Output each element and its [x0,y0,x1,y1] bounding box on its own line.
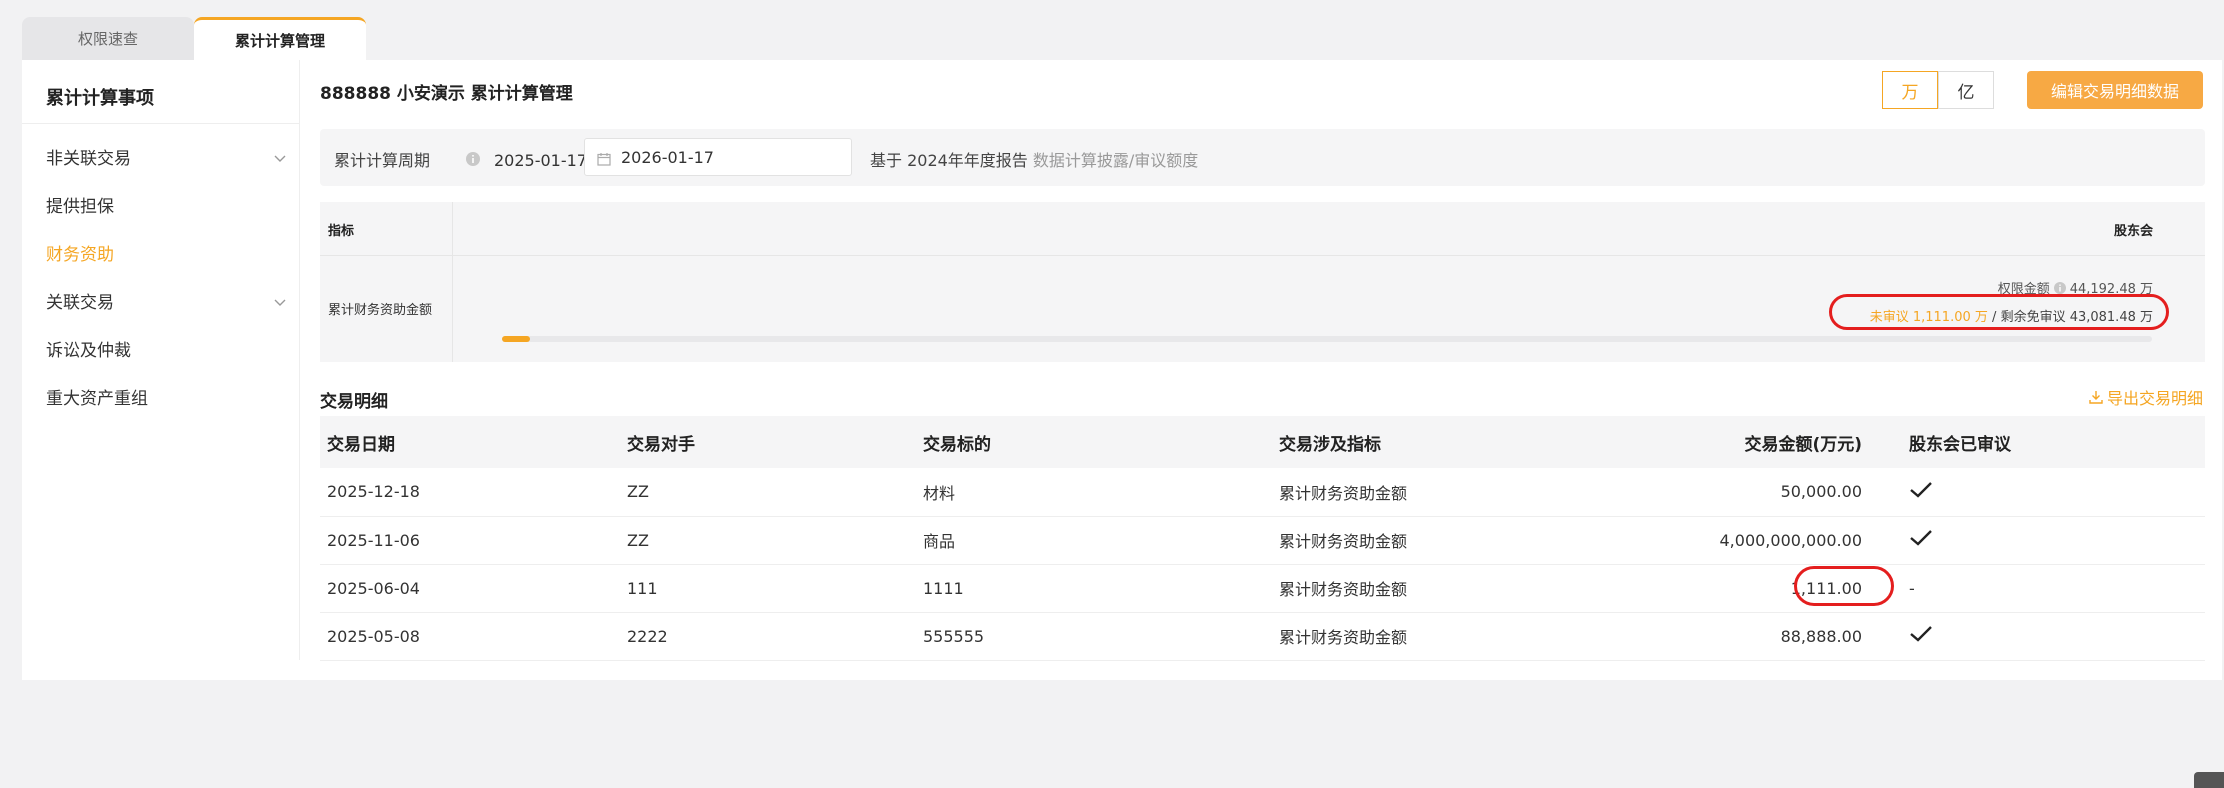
column-header-reviewed: 股东会已审议 [1902,416,2205,468]
corner-widget [2194,772,2224,788]
info-icon[interactable] [2053,281,2066,294]
sidebar-item-label: 提供担保 [46,196,114,217]
usage-progress-bar [502,336,2152,342]
sidebar-item-asset-restructuring[interactable]: 重大资产重组 [46,381,286,411]
cell-amount: 88,888.00 [1512,612,1902,661]
tab-bar: 权限速查 累计计算管理 [22,17,366,60]
period-label: 累计计算周期 [334,151,431,170]
sidebar-item-financial-aid[interactable]: 财务资助 [46,237,286,267]
cell-indicator: 累计财务资助金额 [1272,612,1512,661]
column-header-indicator: 交易涉及指标 [1272,416,1512,468]
highlight-circle [1794,566,1894,606]
row-divider [320,255,2205,256]
sidebar-item-related-transactions[interactable]: 关联交易 [46,285,286,315]
cell-subject: 材料 [916,468,1272,517]
unit-wan-button[interactable]: 万 [1882,71,1938,109]
cell-date: 2025-05-08 [320,612,620,661]
basis-prefix: 基于 2024年年度报告 [870,151,1028,170]
sidebar-item-guarantee[interactable]: 提供担保 [46,189,286,219]
cell-subject: 1111 [916,564,1272,613]
cell-amount: 4,000,000,000.00 [1512,516,1902,565]
highlight-circle [1829,294,2169,330]
period-filter-bar: 累计计算周期 2025-01-17 至 2026-01-17 基于 2024年年… [320,129,2205,186]
table-header-row: 交易日期 交易对手 交易标的 交易涉及指标 交易金额(万元) 股东会已审议 [320,416,2205,468]
end-date-value: 2026-01-17 [621,148,714,167]
unit-toggle: 万 亿 [1882,71,1994,109]
cell-party: 111 [620,564,916,613]
table-row: 2025-06-04 111 1111 累计财务资助金额 1,111.00- [320,564,2205,613]
column-header-subject: 交易标的 [916,416,1272,468]
tab-permission-lookup[interactable]: 权限速查 [22,17,194,60]
chevron-down-icon [274,149,286,162]
column-header-party: 交易对手 [620,416,916,468]
table-row: 2025-05-08 2222 555555 累计财务资助金额 88,888.00 [320,612,2205,661]
edit-transactions-button[interactable]: 编辑交易明细数据 [2027,71,2203,109]
check-icon [1902,468,2205,517]
cell-date: 2025-11-06 [320,516,620,565]
sidebar-item-label: 重大资产重组 [46,388,148,409]
usage-progress-fill [502,336,531,342]
download-icon [2089,391,2103,404]
cell-date: 2025-06-04 [320,564,620,613]
transactions-table: 交易日期 交易对手 交易标的 交易涉及指标 交易金额(万元) 股东会已审议 20… [320,416,2205,661]
cell-amount: 50,000.00 [1512,468,1902,517]
end-date-input[interactable]: 2026-01-17 [584,138,852,176]
column-header-date: 交易日期 [320,416,620,468]
cell-indicator: 累计财务资助金额 [1272,564,1512,613]
column-divider [452,202,453,362]
details-title: 交易明细 [320,392,388,412]
cell-party: 2222 [620,612,916,661]
basis-text: 基于 2024年年度报告 数据计算披露/审议额度 [870,147,1198,171]
sidebar-item-label: 财务资助 [46,244,114,265]
tab-cumulative-management[interactable]: 累计计算管理 [194,17,366,60]
unit-yi-button[interactable]: 亿 [1938,71,1994,109]
check-icon [1902,612,2205,661]
calendar-icon [597,151,611,166]
sidebar-item-litigation[interactable]: 诉讼及仲裁 [46,333,286,363]
table-row: 2025-11-06 ZZ 商品 累计财务资助金额 4,000,000,000.00 [320,516,2205,565]
cell-date: 2025-12-18 [320,468,620,517]
column-header-amount: 交易金额(万元) [1512,416,1902,468]
info-icon[interactable] [466,151,480,166]
cell-subject: 商品 [916,516,1272,565]
main-card: 累计计算事项 非关联交易 提供担保 财务资助 关联交易 诉讼及仲裁 重大资产重组 [22,60,2222,680]
cell-subject: 555555 [916,612,1272,661]
sidebar-item-label: 非关联交易 [46,148,131,169]
page-title: 888888 小安演示 累计计算管理 [320,84,573,104]
cell-indicator: 累计财务资助金额 [1272,516,1512,565]
basis-suffix: 数据计算披露/审议额度 [1032,151,1199,170]
indicator-row-label: 累计财务资助金额 [328,303,433,318]
export-details-link[interactable]: 导出交易明细 [2089,385,2203,409]
sidebar-divider [22,123,299,124]
sidebar-item-label: 诉讼及仲裁 [46,340,131,361]
cell-reviewed: - [1902,564,2205,613]
sidebar-title: 累计计算事项 [46,88,154,109]
cell-party: ZZ [620,468,916,517]
cell-party: ZZ [620,516,916,565]
cell-indicator: 累计财务资助金额 [1272,468,1512,517]
sidebar: 累计计算事项 非关联交易 提供担保 财务资助 关联交易 诉讼及仲裁 重大资产重组 [22,60,300,660]
shareholder-meeting-header: 股东会 [2113,224,2153,239]
export-label: 导出交易明细 [2106,389,2203,408]
check-icon [1902,516,2205,565]
chevron-down-icon [274,293,286,306]
indicator-table: 指标 股东会 累计财务资助金额 权限金额 44,192.48 万 未审议 1,1… [320,202,2205,362]
table-row: 2025-12-18 ZZ 材料 累计财务资助金额 50,000.00 [320,468,2205,517]
indicator-column-header: 指标 [328,224,355,239]
sidebar-item-label: 关联交易 [46,292,114,313]
content-area: 888888 小安演示 累计计算管理 万 亿 编辑交易明细数据 累计计算周期 2… [320,60,2205,680]
sidebar-item-non-related-transactions[interactable]: 非关联交易 [46,141,286,171]
